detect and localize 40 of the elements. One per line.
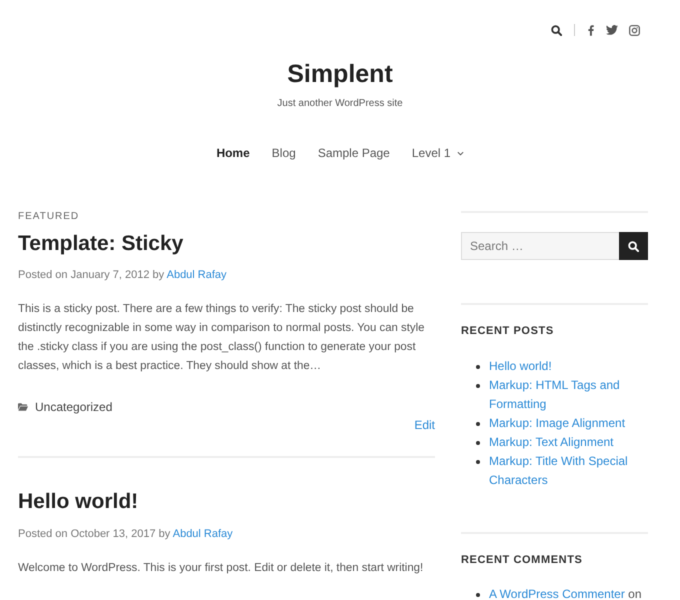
featured-label: FEATURED [18, 211, 80, 223]
bullet-icon [476, 593, 480, 597]
folder-icon [18, 403, 28, 411]
post-link[interactable]: Markup: Title With Special Characters [489, 452, 648, 490]
post-link[interactable]: Markup: Text Alignment [489, 433, 614, 452]
instagram-icon[interactable] [629, 24, 640, 36]
post-meta: Posted on January 7, 2012 by Abdul Rafay [18, 268, 227, 283]
nav-link[interactable]: Home [216, 145, 250, 161]
facebook-icon[interactable] [588, 24, 594, 36]
nav-link[interactable]: Blog [272, 145, 296, 161]
nav-link[interactable]: Level 1 [412, 145, 464, 161]
author-link[interactable]: Abdul Rafay [166, 269, 227, 281]
bullet-icon [476, 422, 480, 426]
twitter-icon[interactable] [606, 25, 618, 35]
search-icon [628, 240, 639, 252]
author-link[interactable]: Abdul Rafay [172, 528, 233, 540]
post-excerpt: Welcome to WordPress. This is your first post. Edit or delete it, then start writing! [18, 561, 424, 576]
post-excerpt: This is a sticky post. There are a few things to verify: The sticky post should be distinctly recognizable in some way in comparison to normal posts. You can style the .sticky class if you are using the post_class() function to generate your post classes, which is a best practice. They should show at the… [18, 302, 426, 374]
post-link[interactable]: Markup: HTML Tags and Formatting [489, 376, 648, 414]
post-meta: Posted on October 13, 2017 by Abdul Rafay [18, 527, 233, 542]
commenter-link[interactable]: A WordPress Commenter [489, 587, 625, 600]
widget-title: RECENT COMMENTS [461, 553, 582, 567]
nav-link[interactable]: Sample Page [318, 145, 390, 161]
post-title[interactable]: Template: Sticky [18, 230, 184, 258]
recent-comment: A WordPress Commenter on [489, 586, 642, 600]
search-icon[interactable] [551, 24, 562, 36]
post-link[interactable]: Hello world! [489, 357, 552, 376]
post-link[interactable]: Markup: Image Alignment [489, 414, 626, 433]
post-title[interactable]: Hello world! [18, 488, 138, 516]
site-title[interactable]: Simplent [287, 58, 393, 90]
search-button[interactable] [619, 232, 648, 260]
widget-title: RECENT POSTS [461, 324, 554, 338]
category-link[interactable]: Uncategorized [35, 399, 112, 415]
site-tagline: Just another WordPress site [277, 97, 403, 111]
bullet-icon [476, 460, 480, 464]
search-field[interactable]: Search … [461, 232, 619, 260]
bullet-icon [476, 365, 480, 369]
bullet-icon [476, 384, 480, 388]
edit-link[interactable]: Edit [414, 417, 435, 433]
bullet-icon [476, 441, 480, 445]
